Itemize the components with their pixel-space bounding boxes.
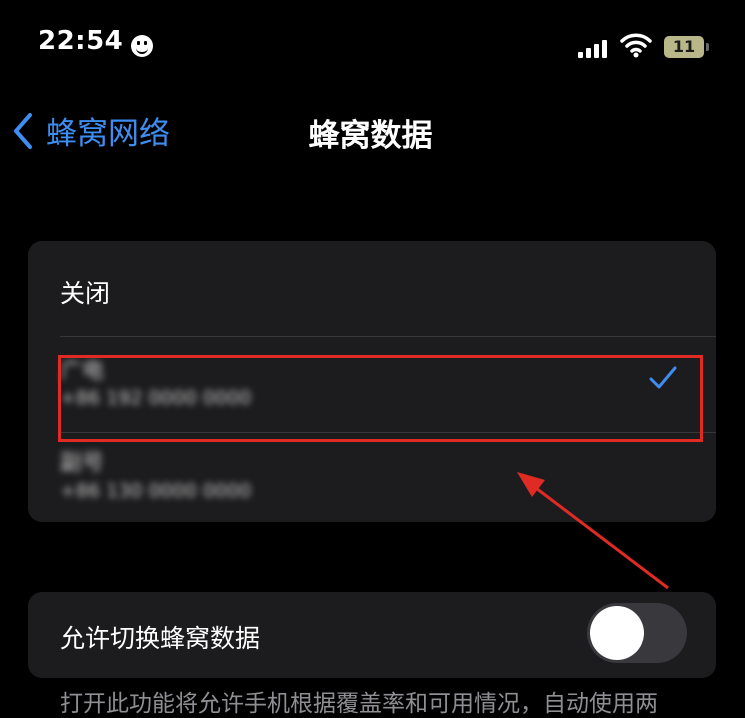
toggle-knob	[590, 606, 644, 660]
allow-switch-toggle[interactable]	[587, 603, 687, 663]
footer-note: 打开此功能将允许手机根据覆盖率和可用情况，自动使用两	[60, 691, 658, 717]
toggle-label: 允许切换蜂窝数据	[60, 624, 261, 653]
toggle-group: 允许切换蜂窝数据	[28, 592, 716, 678]
